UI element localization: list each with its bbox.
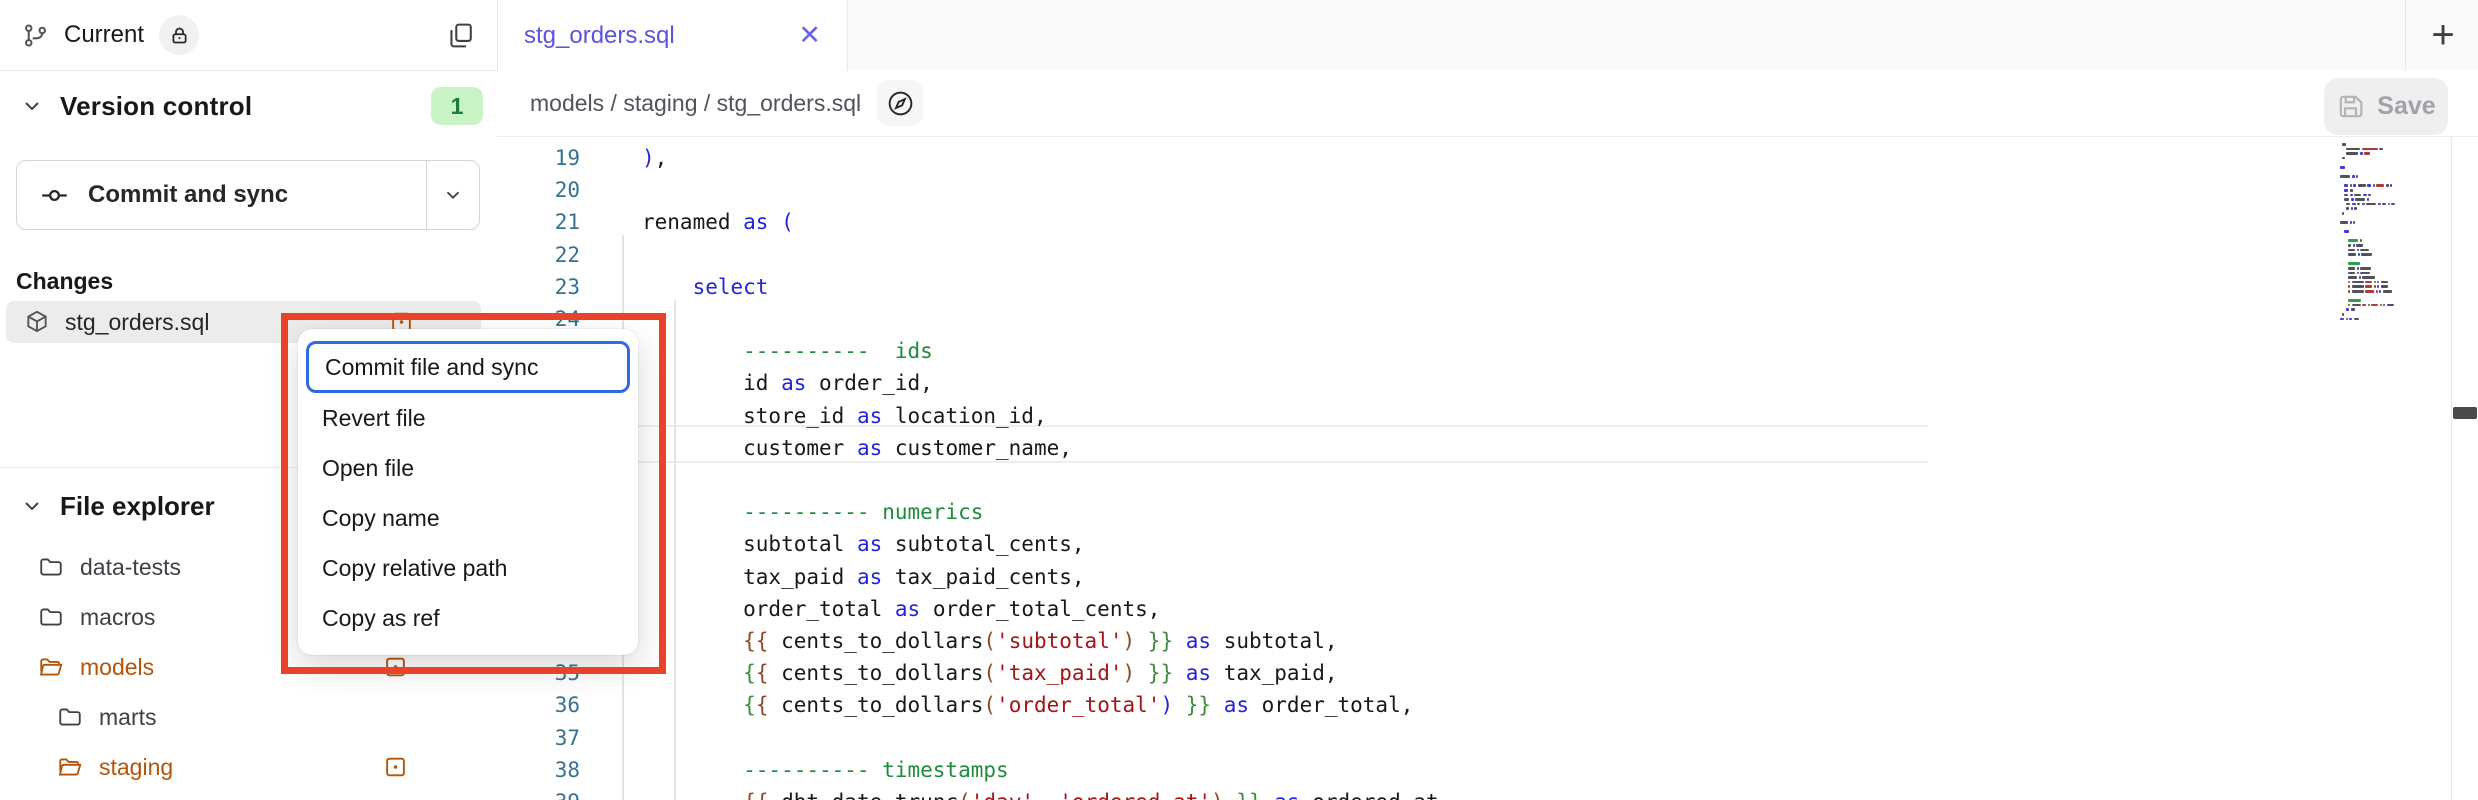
code-line: subtotal as subtotal_cents, bbox=[642, 528, 1439, 560]
folder-icon bbox=[57, 704, 83, 730]
save-icon bbox=[2336, 92, 2365, 121]
context-menu-item-copy-as-ref[interactable]: Copy as ref bbox=[298, 593, 638, 643]
code-line: select bbox=[642, 271, 1439, 303]
changed-file-name: stg_orders.sql bbox=[65, 309, 209, 336]
close-icon[interactable]: ✕ bbox=[798, 22, 821, 49]
line-number: 20 bbox=[497, 174, 580, 206]
changes-count-badge: 1 bbox=[431, 87, 483, 125]
code-line bbox=[642, 464, 1439, 496]
new-tab-button[interactable]: + bbox=[2409, 0, 2477, 70]
breadcrumb: models / staging / stg_orders.sql bbox=[530, 90, 861, 117]
commit-and-sync-label: Commit and sync bbox=[88, 181, 288, 209]
line-number: 22 bbox=[497, 239, 580, 271]
code-line: renamed as ( bbox=[642, 206, 1439, 238]
model-cube-icon bbox=[24, 309, 50, 335]
code-line: order_total as order_total_cents, bbox=[642, 593, 1439, 625]
lock-icon bbox=[169, 25, 190, 46]
line-number: 19 bbox=[497, 142, 580, 174]
tab-stg-orders[interactable]: stg_orders.sql ✕ bbox=[497, 0, 848, 71]
context-menu-item-copy-relative-path[interactable]: Copy relative path bbox=[298, 543, 638, 593]
save-button[interactable]: Save bbox=[2324, 78, 2448, 135]
save-label: Save bbox=[2377, 92, 2435, 121]
duplicate-icon[interactable] bbox=[446, 21, 475, 50]
code-editor[interactable]: 1920212223242526272829303132333435363738… bbox=[497, 137, 2478, 800]
code-line bbox=[642, 174, 1439, 206]
modified-indicator-icon bbox=[384, 756, 407, 779]
code-line: ---------- timestamps bbox=[642, 754, 1439, 786]
code-line: ), bbox=[642, 142, 1439, 174]
modified-indicator-icon bbox=[384, 656, 407, 679]
folder-name: models bbox=[80, 654, 154, 681]
file-explorer-header[interactable]: File explorer bbox=[20, 484, 215, 528]
line-number: 21 bbox=[497, 206, 580, 238]
code-line: customer as customer_name, bbox=[642, 432, 1439, 464]
editor-pane: stg_orders.sql ✕ + models / staging / st… bbox=[497, 0, 2478, 800]
commit-options-dropdown[interactable] bbox=[426, 161, 479, 229]
branch-name[interactable]: Current bbox=[64, 21, 144, 49]
code-line: ---------- ids bbox=[642, 335, 1439, 367]
context-menu-item-revert-file[interactable]: Revert file bbox=[298, 393, 638, 443]
chevron-down-icon[interactable] bbox=[20, 94, 44, 118]
git-commit-icon bbox=[39, 180, 70, 211]
code-content[interactable]: ), renamed as ( select ---------- ids id… bbox=[642, 142, 1439, 800]
code-line: ---------- numerics bbox=[642, 496, 1439, 528]
minimap-border bbox=[2451, 137, 2452, 800]
code-line bbox=[642, 239, 1439, 271]
line-number: 36 bbox=[497, 689, 580, 721]
line-number: 35 bbox=[497, 657, 580, 689]
code-line: {{ cents_to_dollars('subtotal') }} as su… bbox=[642, 625, 1439, 657]
context-menu-item-copy-name[interactable]: Copy name bbox=[298, 493, 638, 543]
sidebar-item-staging[interactable]: staging bbox=[0, 742, 497, 792]
branch-header: Current bbox=[0, 0, 497, 71]
panel-resize-handle[interactable] bbox=[2453, 407, 2477, 419]
folder-open-icon bbox=[38, 654, 64, 680]
code-line bbox=[642, 722, 1439, 754]
line-number: 23 bbox=[497, 271, 580, 303]
ide-window: Current Version control 1 bbox=[0, 0, 2478, 800]
code-line: tax_paid as tax_paid_cents, bbox=[642, 561, 1439, 593]
folder-icon bbox=[38, 604, 64, 630]
code-line: store_id as location_id, bbox=[642, 400, 1439, 432]
version-control-header[interactable]: Version control 1 bbox=[20, 84, 483, 128]
lineage-button[interactable] bbox=[877, 80, 923, 126]
file-context-menu: Commit file and syncRevert fileOpen file… bbox=[298, 329, 638, 655]
context-menu-item-open-file[interactable]: Open file bbox=[298, 443, 638, 493]
tabbar-divider bbox=[2405, 0, 2406, 70]
chevron-down-icon[interactable] bbox=[20, 494, 44, 518]
changes-section-title: Changes bbox=[16, 268, 113, 295]
line-number: 39 bbox=[497, 786, 580, 800]
version-control-title: Version control bbox=[60, 91, 252, 122]
commit-and-sync-button[interactable]: Commit and sync bbox=[16, 160, 480, 230]
sidebar-item-marts[interactable]: marts bbox=[0, 692, 497, 742]
folder-name: marts bbox=[99, 704, 157, 731]
context-menu-item-commit-file-and-sync[interactable]: Commit file and sync bbox=[306, 341, 630, 393]
chevron-down-icon bbox=[442, 184, 464, 206]
folder-name: data-tests bbox=[80, 554, 181, 581]
folder-icon bbox=[38, 554, 64, 580]
folder-open-icon bbox=[57, 754, 83, 780]
folder-name: macros bbox=[80, 604, 155, 631]
code-line bbox=[642, 303, 1439, 335]
breadcrumb-bar: models / staging / stg_orders.sql bbox=[497, 70, 2478, 137]
compass-icon bbox=[886, 89, 915, 118]
git-branch-icon bbox=[22, 22, 49, 49]
tab-bar: stg_orders.sql ✕ + bbox=[497, 0, 2478, 71]
folder-name: staging bbox=[99, 754, 173, 781]
branch-lock-badge bbox=[159, 15, 199, 55]
code-line: {{ dbt.date_trunc('day', 'ordered_at') }… bbox=[642, 786, 1439, 800]
line-number: 37 bbox=[497, 722, 580, 754]
minimap[interactable] bbox=[2340, 142, 2450, 321]
file-explorer-title: File explorer bbox=[60, 491, 215, 522]
code-line: {{ cents_to_dollars('tax_paid') }} as ta… bbox=[642, 657, 1439, 689]
tab-title: stg_orders.sql bbox=[524, 22, 675, 50]
line-number: 38 bbox=[497, 754, 580, 786]
code-line: id as order_id, bbox=[642, 367, 1439, 399]
code-line: {{ cents_to_dollars('order_total') }} as… bbox=[642, 689, 1439, 721]
